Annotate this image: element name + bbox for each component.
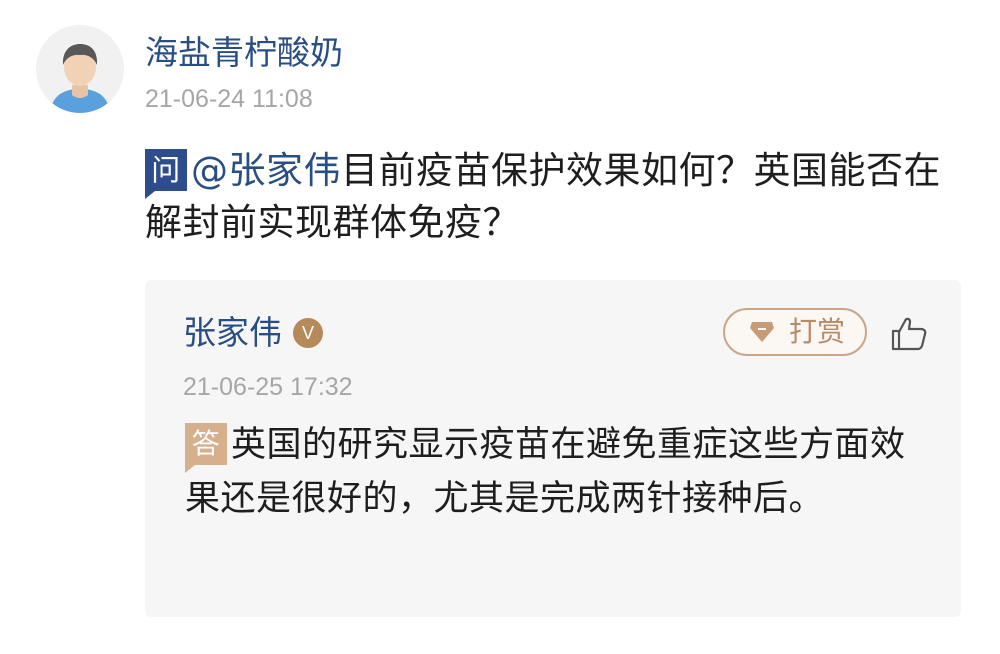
answer-author-name[interactable]: 张家伟 (183, 312, 282, 354)
question-author-name[interactable]: 海盐青柠酸奶 (145, 32, 343, 74)
thumbs-up-icon (891, 317, 927, 351)
default-user-avatar-icon (36, 25, 124, 113)
question-timestamp: 21-06-24 11:08 (145, 85, 313, 113)
user-avatar[interactable] (36, 25, 124, 113)
diamond-gift-icon (750, 322, 774, 342)
answer-card: 张家伟 V 打赏 21-06-25 17:32 答英国的研究显示疫苗在避免重症这… (145, 280, 961, 617)
verified-v-icon: V (293, 318, 323, 348)
answer-text: 英国的研究显示疫苗在避免重症这些方面效果还是很好的，尤其是完成两针接种后。 (185, 425, 906, 519)
answer-badge: 答 (185, 423, 227, 473)
tip-button[interactable]: 打赏 (723, 308, 867, 356)
answer-timestamp: 21-06-25 17:32 (183, 373, 353, 401)
answer-text-block: 答英国的研究显示疫苗在避免重症这些方面效果还是很好的，尤其是完成两针接种后。 (185, 418, 925, 526)
mention-link[interactable]: @张家伟 (191, 149, 341, 192)
question-badge: 问 (145, 149, 187, 199)
like-button[interactable] (889, 314, 929, 354)
tip-label: 打赏 (789, 315, 846, 348)
question-text-block: 问 @张家伟目前疫苗保护效果如何？英国能否在解封前实现群体免疫？ (145, 145, 955, 249)
